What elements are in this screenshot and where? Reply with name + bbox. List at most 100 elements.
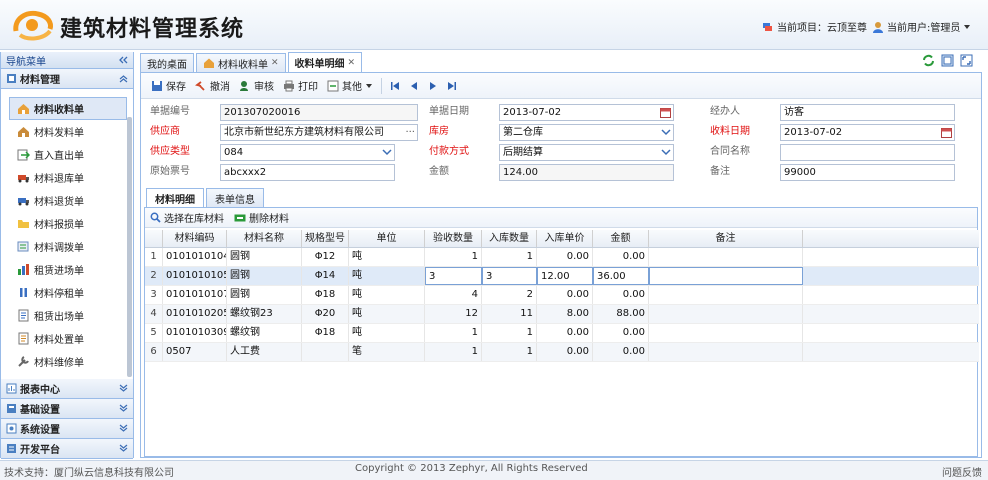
- cell-unit[interactable]: 吨: [349, 248, 425, 266]
- chevron-down-icon[interactable]: [382, 147, 392, 157]
- cell-amount[interactable]: 88.00: [593, 305, 649, 323]
- save-button[interactable]: 保存: [147, 76, 190, 96]
- other-dropdown[interactable]: 其他: [323, 76, 377, 96]
- warehouse-select[interactable]: 第二仓库: [499, 124, 674, 141]
- cell-amount[interactable]: 0.00: [593, 248, 649, 266]
- cell-code[interactable]: 0101010104: [163, 248, 227, 266]
- cell-unit-price[interactable]: 0.00: [537, 248, 593, 266]
- sidebar-item-lease-in[interactable]: 租赁进场单: [1, 258, 133, 281]
- remark-field[interactable]: 99000: [780, 164, 955, 181]
- ellipsis-icon[interactable]: ···: [405, 125, 415, 140]
- sidebar-item-transfer[interactable]: 材料调拨单: [1, 235, 133, 258]
- last-record-button[interactable]: [443, 76, 461, 96]
- tab-close-icon[interactable]: ✕: [271, 58, 279, 68]
- cell-accept-qty[interactable]: 1: [425, 324, 482, 342]
- doc-no-field[interactable]: 201307020016: [220, 104, 418, 121]
- prev-record-button[interactable]: [405, 76, 423, 96]
- cell-spec[interactable]: Φ14: [302, 267, 349, 285]
- cell-name[interactable]: 圆钢: [227, 286, 302, 304]
- cell-unit-price[interactable]: 0.00: [537, 286, 593, 304]
- col-header[interactable]: 规格型号: [302, 230, 349, 247]
- cell-amount[interactable]: 0.00: [593, 286, 649, 304]
- amount-field[interactable]: 124.00: [499, 164, 674, 181]
- sidebar-item-return-goods[interactable]: 材料退货单: [1, 189, 133, 212]
- col-header[interactable]: 材料名称: [227, 230, 302, 247]
- cell-accept-qty[interactable]: 12: [425, 305, 482, 323]
- refresh-icon[interactable]: [922, 54, 935, 67]
- contract-field[interactable]: [780, 144, 955, 161]
- current-project[interactable]: 当前项目：云顶至尊: [762, 19, 867, 34]
- cell-in-qty[interactable]: 1: [482, 248, 537, 266]
- calendar-icon[interactable]: [660, 107, 671, 118]
- cell-spec[interactable]: Φ20: [302, 305, 349, 323]
- tab-material-detail[interactable]: 材料明细: [146, 188, 204, 207]
- sidebar-item-issue[interactable]: 材料发料单: [1, 120, 133, 143]
- cell-accept-qty[interactable]: 4: [425, 286, 482, 304]
- cell-amount-input[interactable]: 36.00: [593, 267, 649, 285]
- cell-in-qty-input[interactable]: 3: [482, 267, 537, 285]
- cell-unit[interactable]: 吨: [349, 267, 425, 285]
- sidebar-item-direct[interactable]: 直入直出单: [1, 143, 133, 166]
- orig-ticket-field[interactable]: abcxxx2: [220, 164, 395, 181]
- section-material[interactable]: 材料管理: [1, 69, 133, 89]
- section-system[interactable]: 系统设置: [1, 419, 133, 439]
- audit-button[interactable]: 审核: [235, 76, 278, 96]
- cell-unit-price[interactable]: 8.00: [537, 305, 593, 323]
- cell-remark[interactable]: [649, 324, 803, 342]
- cell-in-qty[interactable]: 1: [482, 343, 537, 361]
- cell-code[interactable]: 0101010205: [163, 305, 227, 323]
- first-record-button[interactable]: [386, 76, 404, 96]
- sidebar-item-lease-out[interactable]: 租赁出场单: [1, 304, 133, 327]
- cell-accept-qty[interactable]: 1: [425, 248, 482, 266]
- doc-date-field[interactable]: 2013-07-02: [499, 104, 674, 121]
- col-header[interactable]: 备注: [649, 230, 803, 247]
- undo-button[interactable]: 撤消: [191, 76, 234, 96]
- handler-field[interactable]: 访客: [780, 104, 955, 121]
- cell-in-qty[interactable]: 11: [482, 305, 537, 323]
- receive-date-field[interactable]: 2013-07-02: [780, 124, 955, 141]
- cell-unit-price[interactable]: 0.00: [537, 324, 593, 342]
- cell-spec[interactable]: Φ18: [302, 324, 349, 342]
- table-row[interactable]: 4 0101010205 螺纹钢23 Φ20 吨 12 11 8.00 88.0…: [145, 305, 979, 324]
- cell-unit-price-input[interactable]: 12.00: [537, 267, 593, 285]
- cell-in-qty[interactable]: 2: [482, 286, 537, 304]
- next-record-button[interactable]: [424, 76, 442, 96]
- col-header[interactable]: 单位: [349, 230, 425, 247]
- table-row[interactable]: 6 0507 人工费 笔 1 1 0.00 0.00: [145, 343, 979, 362]
- cell-remark-input[interactable]: [649, 267, 803, 285]
- select-stock-button[interactable]: 选择在库材料: [150, 210, 224, 225]
- section-basic[interactable]: 基础设置: [1, 399, 133, 419]
- tab-form-info[interactable]: 表单信息: [206, 188, 264, 207]
- supply-type-select[interactable]: 084: [220, 144, 395, 161]
- cell-amount[interactable]: 0.00: [593, 324, 649, 342]
- cell-unit[interactable]: 吨: [349, 305, 425, 323]
- cell-name[interactable]: 人工费: [227, 343, 302, 361]
- cell-unit-price[interactable]: 0.00: [537, 343, 593, 361]
- cell-name[interactable]: 圆钢: [227, 248, 302, 266]
- table-row-editing[interactable]: 2 0101010105 圆钢 Φ14 吨 3 3 12.00 36.00: [145, 267, 979, 286]
- restore-icon[interactable]: [941, 54, 954, 67]
- collapse-left-icon[interactable]: [118, 56, 128, 64]
- cell-unit[interactable]: 吨: [349, 324, 425, 342]
- section-reports[interactable]: 报表中心: [1, 379, 133, 399]
- sidebar-item-receipt[interactable]: 材料收料单: [9, 97, 127, 120]
- table-row[interactable]: 1 0101010104 圆钢 Φ12 吨 1 1 0.00 0.00: [145, 248, 979, 267]
- cell-accept-qty[interactable]: 1: [425, 343, 482, 361]
- sidebar-item-return-stock[interactable]: 材料退库单: [1, 166, 133, 189]
- cell-remark[interactable]: [649, 286, 803, 304]
- cell-name[interactable]: 螺纹钢: [227, 324, 302, 342]
- cell-accept-qty-input[interactable]: 3: [425, 267, 482, 285]
- feedback-link[interactable]: 问题反馈: [942, 464, 982, 479]
- col-header[interactable]: 金额: [593, 230, 649, 247]
- chevron-down-icon[interactable]: [661, 147, 671, 157]
- cell-code[interactable]: 0101010309: [163, 324, 227, 342]
- sidebar-item-lease-stop[interactable]: 材料停租单: [1, 281, 133, 304]
- cell-remark[interactable]: [649, 248, 803, 266]
- delete-material-button[interactable]: 删除材料: [234, 210, 289, 225]
- print-button[interactable]: 打印: [279, 76, 322, 96]
- tab-close-icon[interactable]: ✕: [348, 58, 356, 68]
- cell-code[interactable]: 0101010105: [163, 267, 227, 285]
- cell-amount[interactable]: 0.00: [593, 343, 649, 361]
- cell-spec[interactable]: Φ12: [302, 248, 349, 266]
- cell-name[interactable]: 圆钢: [227, 267, 302, 285]
